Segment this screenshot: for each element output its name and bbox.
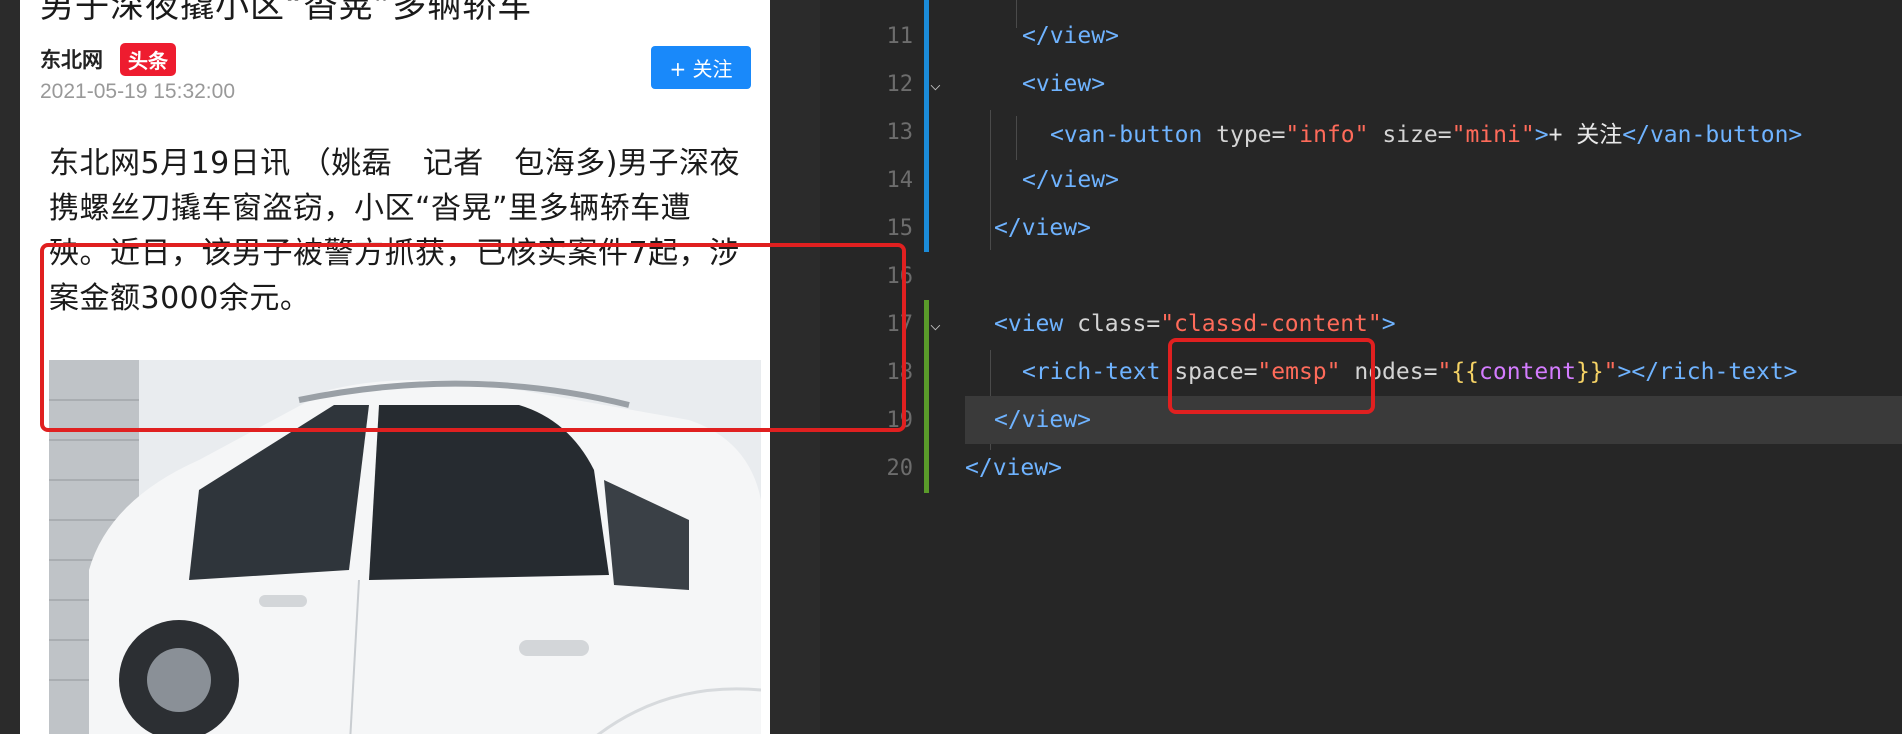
code-token: "classd-content" [1160,311,1382,337]
code-token: " [1437,359,1452,385]
code-text: <rich-text space="emsp" nodes="{{content… [1022,359,1798,385]
code-line-11[interactable]: 11 </view> [820,12,1902,60]
code-line-13[interactable]: 13 <van-button type="info" size="mini">+… [820,108,1902,156]
code-token: </view> [994,215,1091,241]
left-margin [0,0,20,734]
fold-chevron-icon[interactable]: ⌵ [930,74,941,95]
code-text: <view class="classd-content"> [994,311,1396,337]
article-headline: 男子深夜撬小区“沓晃”多辆轿车 [40,0,533,26]
code-text: </view> [994,215,1091,241]
code-token: > [1534,122,1549,148]
code-text: <view> [1022,71,1105,97]
line-number: 11 [886,23,914,49]
code-token: <view [994,311,1064,337]
code-token: }} [1575,359,1604,385]
code-line-15[interactable]: 15 </view> [820,204,1902,252]
code-token: ></rich-text> [1617,359,1798,385]
follow-button[interactable]: + 关注 [651,46,751,89]
code-line-19[interactable]: 19 </view> [887,396,1902,444]
code-token: </van-button> [1622,122,1803,148]
code-token: </view> [965,455,1062,481]
author-name[interactable]: 东北网 [40,44,103,74]
line-number: 13 [886,119,914,145]
code-token: </view> [1022,23,1119,49]
code-token: "mini" [1451,122,1535,148]
code-text: <van-button type="info" size="mini">+ 关注… [1050,115,1802,149]
line-number: 12 [886,71,914,97]
publish-datetime: 2021-05-19 15:32:00 [40,80,235,103]
code-token: <van-button [1050,122,1203,148]
line-number: 15 [886,215,914,241]
code-token: " [1603,359,1618,385]
highlight-box-content [40,243,906,432]
code-text: </view> [994,407,1091,433]
code-line-12[interactable]: 12 ⌵ <view> [820,60,1902,108]
code-token: class= [1063,311,1161,337]
code-token: "info" [1285,122,1369,148]
code-line-14[interactable]: 14 </view> [820,156,1902,204]
fold-chevron-icon[interactable]: ⌵ [930,314,941,335]
code-text: </view> [965,455,1062,481]
line-number: 14 [886,167,914,193]
code-text: </view> [1022,167,1119,193]
code-token: + 关注 [1548,122,1623,148]
line-number: 20 [886,455,914,481]
code-text: </view> [1022,23,1119,49]
code-line-16[interactable]: 16 [820,252,1902,300]
code-token: <view> [1022,71,1106,97]
code-token: </view> [1022,167,1119,193]
code-token: <rich-text [1022,359,1161,385]
code-token: </view> [994,407,1091,433]
code-token: {{ [1451,359,1480,385]
code-token: type= [1202,122,1286,148]
code-token: > [1381,311,1396,337]
highlight-box-space-attr [1168,338,1375,414]
code-line-20[interactable]: 20 </view> [820,444,1902,492]
code-token: content [1479,359,1576,385]
code-token: size= [1368,122,1452,148]
headline-badge: 头条 [120,43,176,76]
